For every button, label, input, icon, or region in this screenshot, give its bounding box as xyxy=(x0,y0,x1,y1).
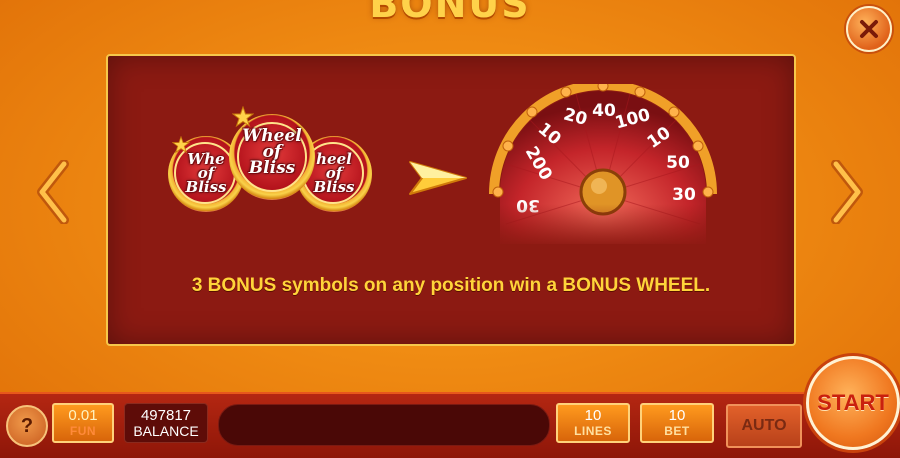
coin-label: FUN xyxy=(69,424,97,438)
message-display xyxy=(218,404,550,446)
star-icon xyxy=(232,106,254,128)
lines-selector[interactable]: 10 LINES xyxy=(556,403,630,443)
lines-value: 10 xyxy=(584,407,602,424)
bet-label: BET xyxy=(664,424,690,438)
page-title: BONUS xyxy=(369,0,531,26)
help-button[interactable]: ? xyxy=(6,405,48,447)
bet-value: 10 xyxy=(668,407,686,424)
bonus-wheel: 200 10 20 40 100 10 50 30 30 xyxy=(486,84,720,248)
close-button[interactable] xyxy=(846,6,892,52)
wheel-number: 40 xyxy=(592,101,616,121)
chevron-right-icon xyxy=(831,159,863,225)
bonus-description: 3 BONUS symbols on any position win a BO… xyxy=(191,275,711,296)
bonus-symbol-text: Wheel of Bliss xyxy=(242,126,302,178)
balance-label: BALANCE xyxy=(133,423,199,439)
star-icon xyxy=(172,136,190,154)
bet-selector[interactable]: 10 BET xyxy=(640,403,714,443)
close-icon xyxy=(860,20,878,38)
coin-value-selector[interactable]: 0.01 FUN xyxy=(52,403,114,443)
wheel-number: 30 xyxy=(672,185,696,205)
balance-value: 497817 xyxy=(140,407,192,424)
lines-label: LINES xyxy=(574,424,612,438)
auto-button[interactable]: AUTO xyxy=(726,404,802,448)
wheel-number: 50 xyxy=(666,153,690,173)
previous-page-arrow[interactable] xyxy=(34,159,70,225)
coin-value: 0.01 xyxy=(68,407,98,424)
arrow-right-icon xyxy=(409,161,467,195)
start-button[interactable]: START xyxy=(806,356,900,450)
chevron-left-icon xyxy=(37,159,69,225)
balance-display: 497817 BALANCE xyxy=(124,403,208,443)
next-page-arrow[interactable] xyxy=(830,159,866,225)
